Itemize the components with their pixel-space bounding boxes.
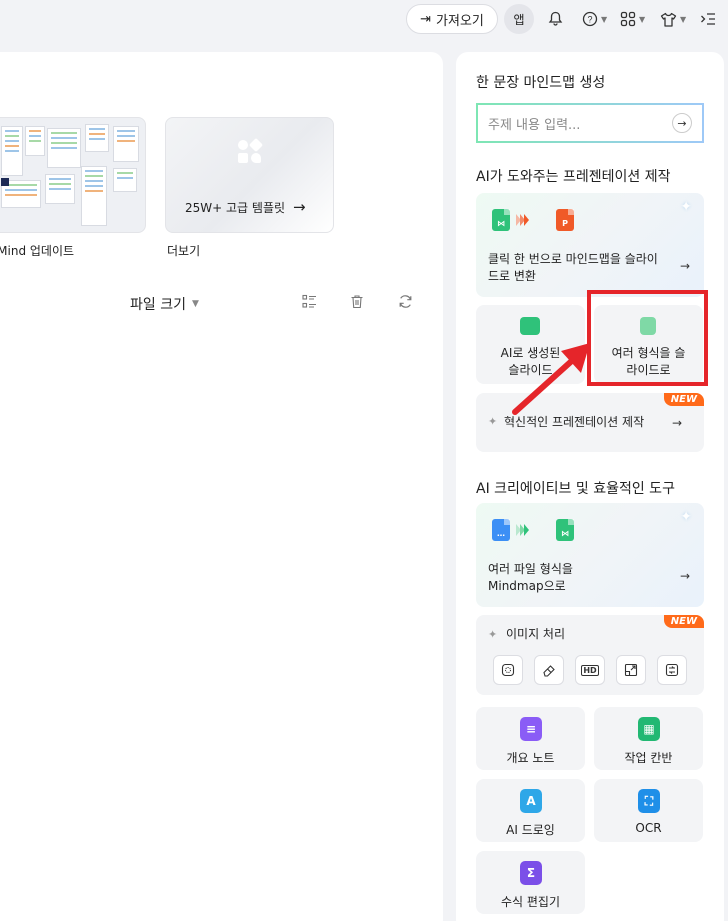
new-badge: NEW	[663, 615, 704, 628]
mindmap-file-icon: ⋈	[556, 519, 574, 541]
sort-label: 파일 크기	[130, 297, 186, 313]
template-thumbnail	[85, 124, 109, 152]
sparkle-icon: ✦	[680, 199, 692, 215]
ai-generated-slides-label: AI로 생성된 슬라이드	[500, 346, 561, 377]
import-icon: ⇥	[420, 11, 432, 27]
main-panel: 25W+ 고급 템플릿 → awMind 업데이트 더보기 파일 크기 ▼	[0, 52, 443, 921]
template-logo-icon	[238, 137, 264, 164]
help-icon[interactable]: ? ▼	[582, 8, 607, 30]
template-thumbnail	[81, 166, 107, 226]
drawing-icon: A	[520, 789, 542, 813]
mindmap-to-slides-card[interactable]: ✦ ⋈ P 클릭 한 번으로 마인드맵을 슬라이드로 변환 →	[476, 193, 704, 297]
svg-text:?: ?	[587, 15, 592, 25]
sparkle-icon: ✦	[488, 628, 498, 641]
remove-background-icon[interactable]	[493, 655, 523, 685]
template-thumbnail	[1, 126, 23, 176]
topic-input[interactable]: 주제 내용 입력... →	[476, 103, 704, 143]
arrow-right-icon: →	[679, 259, 690, 273]
shirt-icon[interactable]: ▼	[660, 8, 686, 30]
document-file-icon: …	[492, 519, 510, 541]
import-button[interactable]: ⇥ 가져오기	[406, 4, 498, 34]
creative-tools-section-title: AI 크리에이티브 및 효율적인 도구	[476, 481, 675, 497]
refresh-icon[interactable]	[396, 292, 414, 310]
innovative-presentation-label: 혁신적인 프레젠테이션 제작	[504, 415, 645, 429]
crop-resize-icon[interactable]	[657, 655, 687, 685]
mindmap-file-icon: ⋈	[492, 209, 510, 231]
template-card-update[interactable]	[0, 117, 146, 233]
convert-arrows-icon	[516, 524, 529, 536]
mindmap-section-title: 한 문장 마인드맵 생성	[476, 75, 606, 91]
expand-image-icon[interactable]	[616, 655, 646, 685]
highlight-box	[587, 290, 708, 386]
premium-templates-text: 25W+ 고급 템플릿	[185, 200, 286, 215]
template-thumbnail	[113, 126, 139, 162]
template-thumbnail	[47, 128, 81, 168]
template-thumbnail	[45, 174, 75, 204]
formula-editor-tool[interactable]: Σ 수식 편집기	[476, 851, 585, 914]
more-templates-link[interactable]: 더보기	[167, 242, 200, 259]
ppt-file-icon: P	[556, 209, 574, 231]
notes-icon: ≡	[520, 717, 542, 741]
list-view-icon[interactable]	[300, 292, 318, 310]
chevron-down-icon: ▼	[639, 14, 646, 24]
kanban-icon: ▦	[638, 717, 660, 741]
image-processing-label: 이미지 처리	[506, 627, 566, 641]
hd-enhance-icon[interactable]: HD	[575, 655, 605, 685]
convert-arrows-icon	[516, 214, 529, 226]
template-thumbnail	[113, 168, 137, 192]
chevron-down-icon: ▼	[191, 299, 199, 309]
import-label: 가져오기	[436, 13, 484, 29]
app-button[interactable]: 앱	[504, 4, 534, 34]
collapse-icon[interactable]	[700, 8, 716, 30]
image-processing-card: NEW ✦ 이미지 처리 HD	[476, 615, 704, 695]
ai-side-panel: 한 문장 마인드맵 생성 주제 내용 입력... → AI가 도와주는 프레젠테…	[456, 52, 724, 921]
outline-notes-tool[interactable]: ≡ 개요 노트	[476, 707, 585, 770]
ai-drawing-tool[interactable]: A AI 드로잉	[476, 779, 585, 842]
sparkle-icon: ✦	[488, 415, 498, 428]
ocr-scan-icon: ⛶	[638, 789, 660, 813]
trash-icon[interactable]	[348, 292, 366, 310]
arrow-right-icon: →	[671, 416, 682, 430]
template-thumbnail-dark	[1, 178, 9, 186]
ocr-tool[interactable]: ⛶ OCR	[594, 779, 703, 842]
apps-grid-icon[interactable]: ▼	[620, 8, 645, 30]
eraser-icon[interactable]	[534, 655, 564, 685]
arrow-right-icon: →	[293, 198, 306, 216]
task-kanban-tool[interactable]: ▦ 작업 칸반	[594, 707, 703, 770]
bell-icon[interactable]	[548, 8, 563, 30]
template-caption: awMind 업데이트	[0, 244, 75, 258]
premium-templates-label: 25W+ 고급 템플릿 →	[185, 198, 306, 216]
ai-drawing-label: AI 드로잉	[506, 823, 555, 837]
chevron-down-icon: ▼	[680, 14, 687, 24]
new-badge: NEW	[663, 393, 704, 406]
template-thumbnail	[25, 126, 45, 156]
chat-icon	[520, 317, 540, 335]
files-to-mindmap-text: 여러 파일 형식을 Mindmap으로	[488, 562, 573, 593]
send-arrow-icon[interactable]: →	[672, 113, 692, 133]
template-card-premium[interactable]: 25W+ 고급 템플릿 →	[165, 117, 334, 233]
files-to-mindmap-card[interactable]: ✦ … ⋈ 여러 파일 형식을 Mindmap으로 →	[476, 503, 704, 607]
top-bar: ⇥ 가져오기 앱 ? ▼ ▼ ▼	[0, 0, 728, 40]
hd-label: HD	[581, 664, 599, 676]
sort-dropdown[interactable]: 파일 크기 ▼	[130, 294, 199, 314]
outline-notes-label: 개요 노트	[506, 751, 555, 765]
sparkle-icon: ✦	[680, 509, 692, 525]
innovative-presentation-card[interactable]: NEW ✦ 혁신적인 프레젠테이션 제작 →	[476, 393, 704, 452]
chevron-down-icon: ▼	[601, 14, 608, 24]
task-kanban-label: 작업 칸반	[624, 751, 673, 765]
formula-editor-label: 수식 편집기	[500, 895, 560, 909]
arrow-right-icon: →	[679, 569, 690, 583]
presentation-section-title: AI가 도와주는 프레젠테이션 제작	[476, 169, 671, 185]
mindmap-to-slides-text: 클릭 한 번으로 마인드맵을 슬라이드로 변환	[488, 252, 658, 283]
ocr-label: OCR	[635, 821, 662, 835]
topic-input-placeholder: 주제 내용 입력...	[488, 117, 581, 133]
ai-generated-slides-card[interactable]: AI로 생성된 슬라이드	[476, 305, 585, 384]
sigma-icon: Σ	[520, 861, 542, 885]
